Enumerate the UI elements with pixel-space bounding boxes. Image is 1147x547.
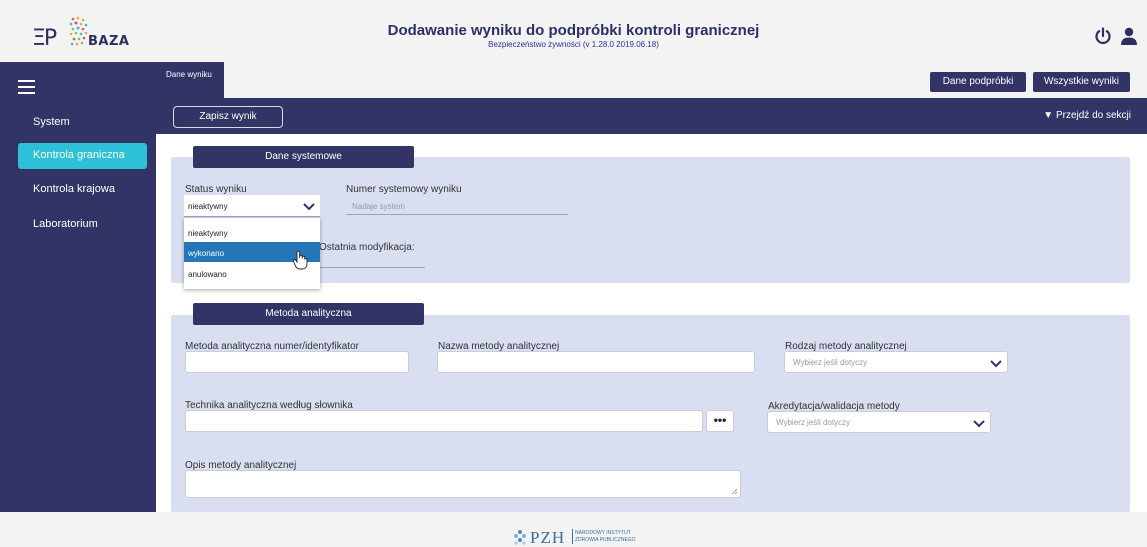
status-option-nieaktywny[interactable]: nieaktywny: [184, 222, 320, 242]
numer-label: Numer systemowy wyniku: [346, 184, 462, 195]
sidebar-item-system[interactable]: System: [0, 110, 156, 136]
pzh-emblem-icon: [514, 530, 526, 545]
page-subtitle: Bezpieczeństwo żywności (v 1.28.0 2019.0…: [488, 40, 659, 49]
power-icon[interactable]: [1093, 26, 1113, 46]
rodzaj-metody-select[interactable]: Wybierz jeśli dotyczy: [784, 351, 1008, 373]
sidebar-item-kontrola-krajowa[interactable]: Kontrola krajowa: [0, 177, 156, 203]
numer-placeholder: Nadaje system: [352, 202, 405, 211]
resize-handle-icon[interactable]: [731, 488, 738, 495]
akredytacja-placeholder: Wybierz jeśli dotyczy: [776, 418, 851, 427]
modyfikacja-field: [319, 252, 425, 268]
tab-bar: Dane wyniku Dane podpróbki Wszystkie wyn…: [156, 62, 1147, 98]
nazwa-metody-input[interactable]: [437, 351, 755, 373]
chevron-down-icon: [973, 420, 985, 428]
rodzaj-placeholder: Wybierz jeśli dotyczy: [793, 358, 868, 367]
sidebar-item-laboratorium[interactable]: Laboratorium: [0, 212, 156, 238]
status-select-value: nieaktywny: [188, 202, 228, 211]
goto-section-dropdown[interactable]: ▼ Przejdź do sekcji: [1043, 110, 1131, 121]
status-label: Status wyniku: [185, 184, 247, 195]
tab-dane-wyniku[interactable]: Dane wyniku: [156, 62, 224, 98]
page-title: Dodawanie wyniku do podpróbki kontroli g…: [387, 22, 760, 39]
section-title-dane-systemowe: Dane systemowe: [193, 146, 414, 168]
hamburger-menu-icon[interactable]: [18, 80, 35, 94]
chevron-down-icon: [303, 203, 315, 211]
wszystkie-wyniki-button[interactable]: Wszystkie wyniki: [1033, 72, 1130, 92]
dane-podprobki-button[interactable]: Dane podpróbki: [930, 72, 1026, 92]
toolbar: Zapisz wynik ▼ Przejdź do sekcji: [156, 98, 1147, 134]
pzh-logo-text: PZH: [530, 528, 566, 547]
hand-cursor-icon: [292, 250, 308, 270]
sidebar: System Kontrola graniczna Kontrola krajo…: [0, 62, 156, 512]
pzh-institute-line2: ZDROWIA PUBLICZNEGO: [575, 537, 636, 543]
section-title-metoda: Metoda analityczna: [193, 303, 424, 325]
save-result-button[interactable]: Zapisz wynik: [173, 106, 283, 128]
pzh-institute-line1: NARODOWY INSTYTUT: [575, 530, 631, 536]
akredytacja-select[interactable]: Wybierz jeśli dotyczy: [767, 411, 991, 433]
opis-textarea[interactable]: [185, 470, 741, 498]
pzh-logo: PZH NARODOWY INSTYTUT ZDROWIA PUBLICZNEG…: [513, 528, 673, 547]
technika-browse-button[interactable]: •••: [706, 410, 734, 432]
metoda-id-input[interactable]: [185, 351, 409, 373]
sidebar-item-kontrola-graniczna[interactable]: Kontrola graniczna: [18, 143, 147, 169]
user-icon[interactable]: [1120, 26, 1138, 46]
status-select[interactable]: nieaktywny: [184, 195, 320, 217]
app-header: ΞΡ BAZA Dodawanie wyniku do podpróbki ko…: [0, 0, 1147, 62]
technika-input[interactable]: [185, 410, 703, 432]
chevron-down-icon: [990, 360, 1002, 368]
